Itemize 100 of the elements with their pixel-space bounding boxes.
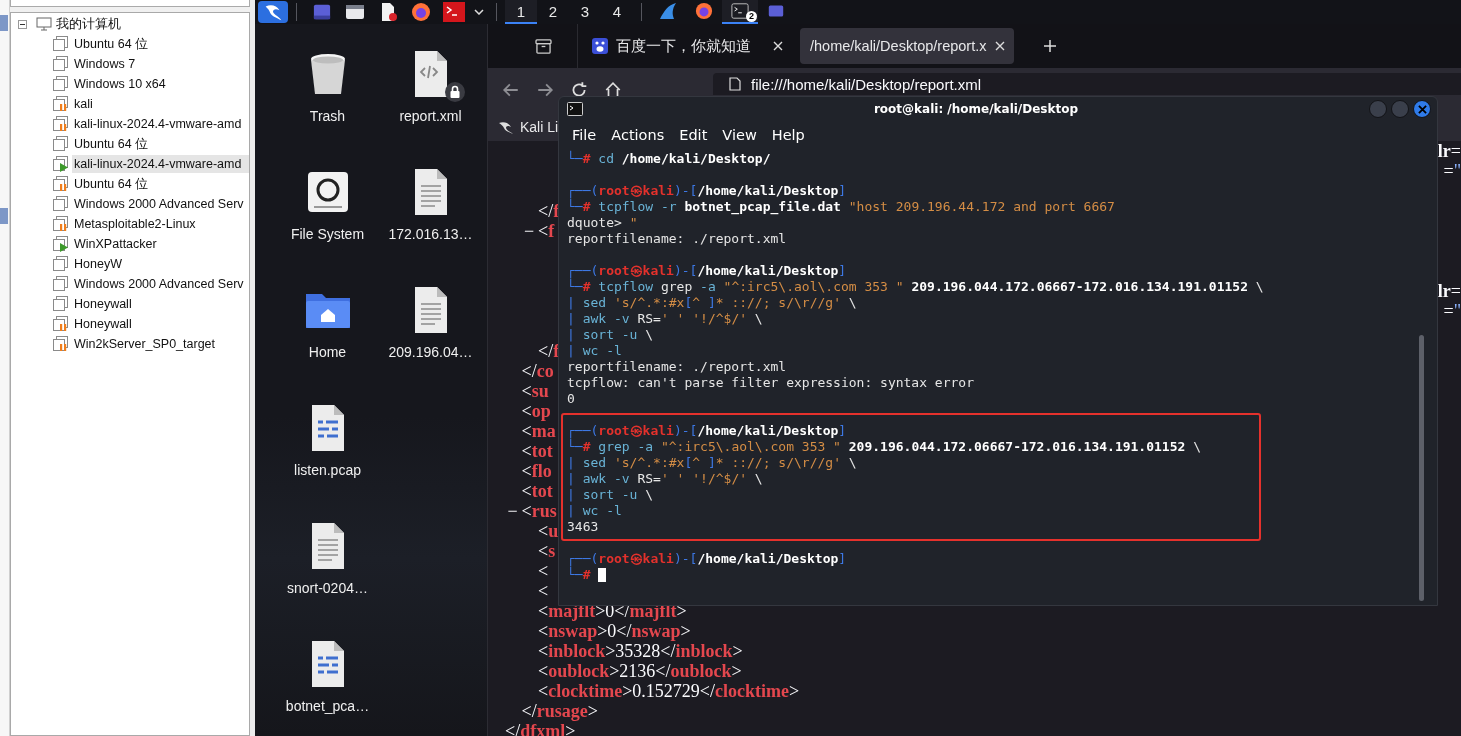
reload-icon[interactable] (570, 81, 588, 99)
tree-label[interactable]: 我的计算机 (54, 15, 123, 33)
terminal-line: reportfilename: ./report.xml (567, 359, 787, 375)
scrollbar[interactable] (1419, 335, 1424, 601)
terminal-line: └─# tcpflow grep -a "^:irc5\.aol\.com 353 " 209.196.044.172.06667-172.016.134.191.01152 \ (567, 279, 1264, 295)
xml-line: <op (521, 401, 551, 421)
menu-item[interactable]: Actions (611, 126, 665, 143)
menu-item[interactable]: Edit (679, 126, 708, 143)
computer-icon (36, 17, 52, 31)
app-menu-button[interactable] (258, 1, 288, 23)
terminal-line: | awk -v RS=' ' '!/^$/' \ (567, 311, 763, 327)
xml-line: <rus (521, 501, 557, 521)
collapse-toggle[interactable]: − (507, 501, 522, 521)
workspace-button[interactable]: 1 (505, 0, 537, 24)
vm-item[interactable]: Windows 2000 Advanced Serv (72, 275, 246, 293)
file-name[interactable]: snort-0204… (287, 580, 368, 596)
xml-line: < (538, 581, 549, 601)
terminal-line: 3463 (567, 519, 599, 535)
vm-item[interactable]: Windows 2000 Advanced Serv (72, 195, 246, 213)
xml-line: lr= (1437, 281, 1461, 301)
xml-line: <tot (521, 441, 553, 461)
xml-line: <ma (521, 421, 556, 441)
workspace-button[interactable]: 2 (537, 0, 569, 24)
terminal-line: tcpflow: can't parse filter expression: syntax error (567, 375, 974, 391)
file-name[interactable]: report.xml (399, 108, 462, 124)
vm-item[interactable]: Win2kServer_SP0_target (72, 335, 218, 353)
xml-line: <su (521, 381, 549, 401)
terminal-line: | sort -u \ (567, 327, 654, 343)
terminal-line: | sort -u \ (567, 487, 654, 503)
xml-line: <nswap>0</nswap> (538, 621, 691, 641)
browser-tab[interactable]: 百度一下，你就知道 (582, 28, 796, 64)
text-cursor (598, 568, 607, 582)
workspace-button[interactable]: 4 (601, 0, 633, 24)
browser-tab[interactable]: /home/kali/Desktop/report.x (800, 28, 1014, 64)
vm-item[interactable]: kali-linux-2024.4-vmware-amd (72, 115, 244, 133)
tab-title: /home/kali/Desktop/report.x (810, 38, 987, 54)
xml-line: <flo (521, 461, 552, 481)
xml-line: <f (538, 221, 555, 241)
xml-line: <tot (521, 481, 553, 501)
terminal-line: ┌──(root㉿kali)-[/home/kali/Desktop] (567, 183, 847, 199)
vm-item[interactable]: HoneyW (72, 255, 124, 273)
file-name[interactable]: listen.pcap (294, 462, 361, 478)
collapse-toggle[interactable]: − (524, 221, 538, 241)
vm-item[interactable]: Honeywall (72, 315, 134, 333)
terminal-line: reportfilename: ./report.xml (567, 231, 787, 247)
search-field[interactable] (10, 0, 250, 7)
vm-item[interactable]: WinXPattacker (72, 235, 159, 253)
firefox-icon (695, 2, 713, 20)
terminal-line: └─# (567, 567, 591, 583)
tab-overview-button[interactable] (533, 36, 553, 56)
address-bar[interactable]: file:///home/kali/Desktop/report.xml (713, 73, 1461, 95)
desktop-icon (768, 3, 784, 19)
workspace-button[interactable]: 3 (569, 0, 601, 24)
vm-item[interactable]: Ubuntu 64 位 (72, 135, 151, 153)
xml-line: <oublock>2136</oublock> (538, 661, 742, 681)
vm-item[interactable]: Honeywall (72, 295, 134, 313)
file-name[interactable]: 209.196.04… (388, 344, 473, 360)
xml-line: </co (521, 361, 554, 381)
close-icon (1417, 104, 1427, 114)
file-name[interactable]: Trash (309, 108, 346, 124)
vm-item[interactable]: Ubuntu 64 位 (72, 35, 151, 53)
terminal-line: └─# grep -a "^:irc5\.aol\.com 353 " 209.196.044.172.06667-172.016.134.191.01152 \ (567, 439, 1201, 455)
menu-item[interactable]: File (572, 126, 597, 143)
close-button[interactable] (1413, 100, 1431, 118)
bookmark-link[interactable]: Kali Li (520, 118, 559, 135)
terminal-line: | sed 's/^.*:#x[^ ]* :://; s/\r//g' \ (567, 295, 857, 311)
file-name[interactable]: botnet_pca… (285, 698, 370, 714)
file-name[interactable]: 172.016.13… (388, 226, 473, 242)
vm-item[interactable]: kali (72, 95, 95, 113)
xml-line: <u (538, 521, 559, 541)
terminal-line: ┌──(root㉿kali)-[/home/kali/Desktop] (567, 423, 847, 439)
page-icon (729, 77, 741, 91)
vm-item[interactable]: Metasploitable2-Linux (72, 215, 198, 233)
menu-item[interactable]: Help (771, 126, 805, 143)
terminal-icon (731, 2, 749, 20)
forward-icon[interactable] (536, 81, 554, 99)
vm-item[interactable]: kali-linux-2024.4-vmware-amd (72, 155, 249, 173)
fin-icon (658, 1, 678, 21)
xml-line: =" (1443, 161, 1461, 181)
terminal-line: | wc -l (567, 343, 622, 359)
terminal-line: ┌──(root㉿kali)-[/home/kali/Desktop] (567, 263, 847, 279)
back-icon[interactable] (502, 81, 520, 99)
xml-line: =" (1443, 301, 1461, 321)
menu-item[interactable]: View (722, 126, 757, 143)
home-icon[interactable] (604, 81, 622, 99)
terminal-line: dquote> " (567, 215, 638, 231)
terminal-line: | awk -v RS=' ' '!/^$/' \ (567, 471, 763, 487)
paw-icon (592, 38, 608, 54)
vm-item[interactable]: Windows 10 x64 (72, 75, 168, 93)
terminal-icon (567, 102, 583, 116)
terminal-line: └─# cd /home/kali/Desktop/ (567, 151, 771, 167)
collapse-icon[interactable] (18, 19, 27, 29)
vm-item[interactable]: Ubuntu 64 位 (72, 175, 151, 193)
file-name[interactable]: File System (290, 226, 365, 242)
xml-line: <clocktime>0.152729</clocktime> (538, 681, 800, 701)
terminal-line: 0 (567, 391, 575, 407)
vm-item[interactable]: Windows 7 (72, 55, 138, 73)
taskbar-app-button[interactable]: 2 (722, 0, 758, 24)
terminal-line: | wc -l (567, 503, 622, 519)
file-name[interactable]: Home (308, 344, 347, 360)
